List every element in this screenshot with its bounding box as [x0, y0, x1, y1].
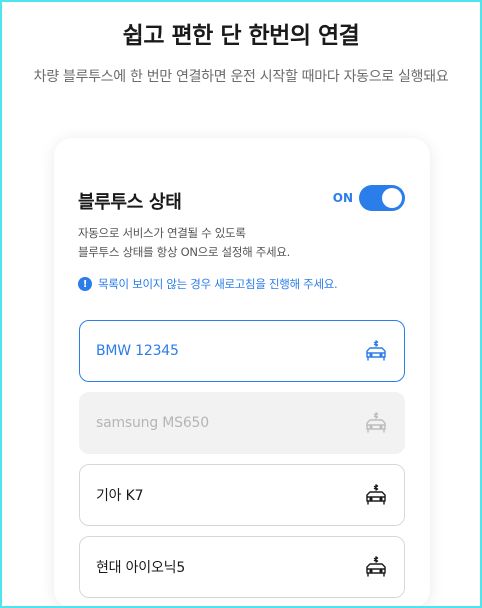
device-name: 현대 아이오닉5 — [96, 560, 186, 576]
card-title: 블루투스 상태 — [78, 192, 182, 213]
card-description: 자동으로 서비스가 연결될 수 있도록 블루투스 상태를 항상 ON으로 설정해… — [78, 224, 290, 262]
notice-text: 목록이 보이지 않는 경우 새로고침을 진행해 주세요. — [98, 277, 338, 291]
info-icon: ! — [78, 277, 92, 291]
bluetooth-toggle[interactable] — [359, 185, 405, 211]
page-title: 쉽고 편한 단 한번의 연결 — [122, 23, 360, 49]
car-bluetooth-icon — [366, 412, 386, 433]
device-item-bmw[interactable]: BMW 12345 — [79, 320, 405, 382]
toggle-knob — [382, 188, 402, 208]
device-name: samsung MS650 — [96, 415, 209, 431]
bluetooth-card: 블루투스 상태 ON 자동으로 서비스가 연결될 수 있도록 블루투스 상태를 … — [54, 138, 430, 606]
description-line-2: 블루투스 상태를 항상 ON으로 설정해 주세요. — [78, 245, 290, 259]
device-list: BMW 12345 samsung MS650 기아 K7 현대 아이오닉5 — [79, 320, 405, 606]
device-item-samsung[interactable]: samsung MS650 — [79, 392, 405, 454]
toggle-state-label: ON — [332, 191, 353, 205]
bluetooth-toggle-group: ON — [333, 185, 405, 211]
device-item-hyundai[interactable]: 현대 아이오닉5 — [79, 536, 405, 598]
device-item-kia[interactable]: 기아 K7 — [79, 464, 405, 526]
app-frame: 쉽고 편한 단 한번의 연결 차량 블루투스에 한 번만 연결하면 운전 시작할… — [0, 0, 482, 608]
device-name: BMW 12345 — [96, 343, 179, 359]
device-name: 기아 K7 — [96, 488, 144, 504]
refresh-notice: ! 목록이 보이지 않는 경우 새로고침을 진행해 주세요. — [78, 276, 338, 292]
car-bluetooth-icon — [366, 484, 386, 505]
page-subtitle: 차량 블루투스에 한 번만 연결하면 운전 시작할 때마다 자동으로 실행돼요 — [33, 69, 449, 85]
car-bluetooth-icon — [366, 340, 386, 361]
description-line-1: 자동으로 서비스가 연결될 수 있도록 — [78, 226, 246, 240]
car-bluetooth-icon — [366, 556, 386, 577]
